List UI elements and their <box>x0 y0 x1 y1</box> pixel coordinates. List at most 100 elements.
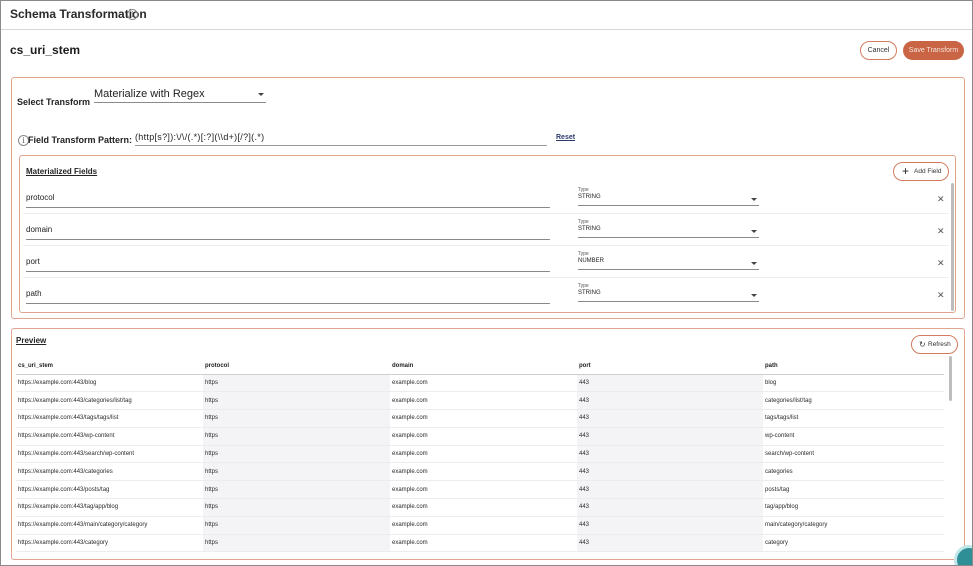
table-cell: example.com <box>390 534 577 553</box>
column-header[interactable]: path <box>763 358 944 375</box>
table-cell: https <box>203 534 390 553</box>
refresh-button[interactable]: ↻ Refresh <box>911 335 958 354</box>
field-row: path Type STRING ✕ <box>23 283 948 313</box>
table-cell: 443 <box>577 445 763 464</box>
type-label: Type <box>578 283 589 289</box>
type-select[interactable]: STRING <box>578 226 759 238</box>
table-cell: https <box>203 391 390 411</box>
type-select[interactable]: STRING <box>578 290 759 302</box>
table-cell: https <box>203 445 390 464</box>
table-row: https://example.com:443/blog https example… <box>16 374 944 393</box>
chevron-down-icon <box>751 198 757 201</box>
close-icon[interactable]: ✕ <box>937 194 945 205</box>
field-name-input[interactable]: path <box>26 289 550 304</box>
table-header-row: cs_uri_stem protocol domain port path <box>16 358 944 375</box>
close-icon[interactable]: ✕ <box>937 290 945 301</box>
column-header[interactable]: protocol <box>203 358 390 375</box>
table-cell: 443 <box>577 534 763 553</box>
preview-table: cs_uri_stem protocol domain port path ht… <box>16 358 944 553</box>
table-cell: 443 <box>577 480 763 500</box>
table-cell: 443 <box>577 462 763 482</box>
refresh-icon: ↻ <box>919 340 926 349</box>
field-name-input[interactable]: domain <box>26 225 550 240</box>
table-cell: https <box>203 516 390 535</box>
reset-link[interactable]: Reset <box>556 134 575 141</box>
save-transform-button[interactable]: Save Transform <box>903 41 964 60</box>
info-icon[interactable]: i <box>127 9 138 20</box>
close-icon[interactable]: ✕ <box>937 226 945 237</box>
table-cell: https <box>203 409 390 428</box>
table-row: https://example.com:443/category https exa… <box>16 534 944 553</box>
table-cell: wp-content <box>763 427 944 446</box>
table-cell: https <box>203 480 390 500</box>
table-cell: https <box>203 427 390 446</box>
table-cell: example.com <box>390 445 577 464</box>
table-cell: 443 <box>577 391 763 411</box>
table-cell: category <box>763 534 944 553</box>
table-cell: example.com <box>390 391 577 411</box>
preview-scrollbar[interactable] <box>949 356 952 401</box>
table-cell: https://example.com:443/main/category/ca… <box>16 516 203 535</box>
column-header[interactable]: domain <box>390 358 577 375</box>
table-cell: categories/list/tag <box>763 391 944 411</box>
table-row: https://example.com:443/main/category/ca… <box>16 516 944 535</box>
table-row: https://example.com:443/search/wp-conten… <box>16 445 944 464</box>
column-header[interactable]: port <box>577 358 763 375</box>
table-row: https://example.com:443/wp-content https e… <box>16 427 944 446</box>
table-cell: main/category/category <box>763 516 944 535</box>
table-cell: example.com <box>390 409 577 428</box>
table-cell: 443 <box>577 498 763 517</box>
app-frame: Schema Transformation i cs_uri_stem Canc… <box>0 0 973 566</box>
table-cell: example.com <box>390 462 577 482</box>
divider <box>23 245 948 246</box>
table-cell: example.com <box>390 516 577 535</box>
cancel-button[interactable]: Cancel <box>860 41 897 60</box>
table-cell: 443 <box>577 374 763 393</box>
table-row: https://example.com:443/tag/app/blog http… <box>16 498 944 517</box>
table-cell: https://example.com:443/categories/list/… <box>16 391 203 411</box>
table-cell: https <box>203 462 390 482</box>
type-select-value: STRING <box>578 194 601 200</box>
table-cell: example.com <box>390 480 577 500</box>
transform-select[interactable]: Materialize with Regex <box>94 88 266 103</box>
field-name-input[interactable]: protocol <box>26 193 550 208</box>
divider <box>23 277 948 278</box>
table-cell: 443 <box>577 516 763 535</box>
chevron-down-icon <box>751 230 757 233</box>
materialized-fields-title: Materialized Fields <box>26 167 98 176</box>
table-cell: blog <box>763 374 944 393</box>
field-name-input[interactable]: port <box>26 257 550 272</box>
pattern-input[interactable]: (http[s?]):\/\/(.*)[:?](\\d+)[/?](.*) <box>135 132 547 146</box>
plus-icon: + <box>902 164 910 178</box>
type-select[interactable]: STRING <box>578 194 759 206</box>
close-icon[interactable]: ✕ <box>937 258 945 269</box>
add-field-button[interactable]: + Add Field <box>893 162 949 181</box>
table-cell: tag/app/blog <box>763 498 944 517</box>
table-cell: https://example.com:443/category <box>16 534 203 553</box>
table-cell: https://example.com:443/search/wp-conten… <box>16 445 203 464</box>
select-transform-label: Select Transform <box>17 97 91 107</box>
table-cell: https://example.com:443/categories <box>16 462 203 482</box>
chevron-down-icon <box>258 93 264 96</box>
type-select[interactable]: NUMBER <box>578 258 759 270</box>
table-cell: example.com <box>390 498 577 517</box>
type-select-value: STRING <box>578 226 601 232</box>
table-cell: 443 <box>577 427 763 446</box>
type-select-value: STRING <box>578 290 601 296</box>
column-header[interactable]: cs_uri_stem <box>16 358 203 375</box>
transform-select-value: Materialize with Regex <box>94 88 205 100</box>
field-name-heading: cs_uri_stem <box>10 43 81 57</box>
table-row: https://example.com:443/posts/tag https ex… <box>16 480 944 500</box>
refresh-label: Refresh <box>928 341 951 348</box>
table-row: https://example.com:443/categories/list/… <box>16 391 944 411</box>
table-cell: example.com <box>390 374 577 393</box>
type-label: Type <box>578 251 589 257</box>
table-cell: categories <box>763 462 944 482</box>
table-cell: tags/tags/list <box>763 409 944 428</box>
preview-table-body: https://example.com:443/blog https example… <box>16 374 944 553</box>
table-cell: posts/tag <box>763 480 944 500</box>
chevron-down-icon <box>751 262 757 265</box>
fields-scrollbar[interactable] <box>951 183 954 311</box>
table-cell: https <box>203 498 390 517</box>
table-cell: https://example.com:443/wp-content <box>16 427 203 446</box>
